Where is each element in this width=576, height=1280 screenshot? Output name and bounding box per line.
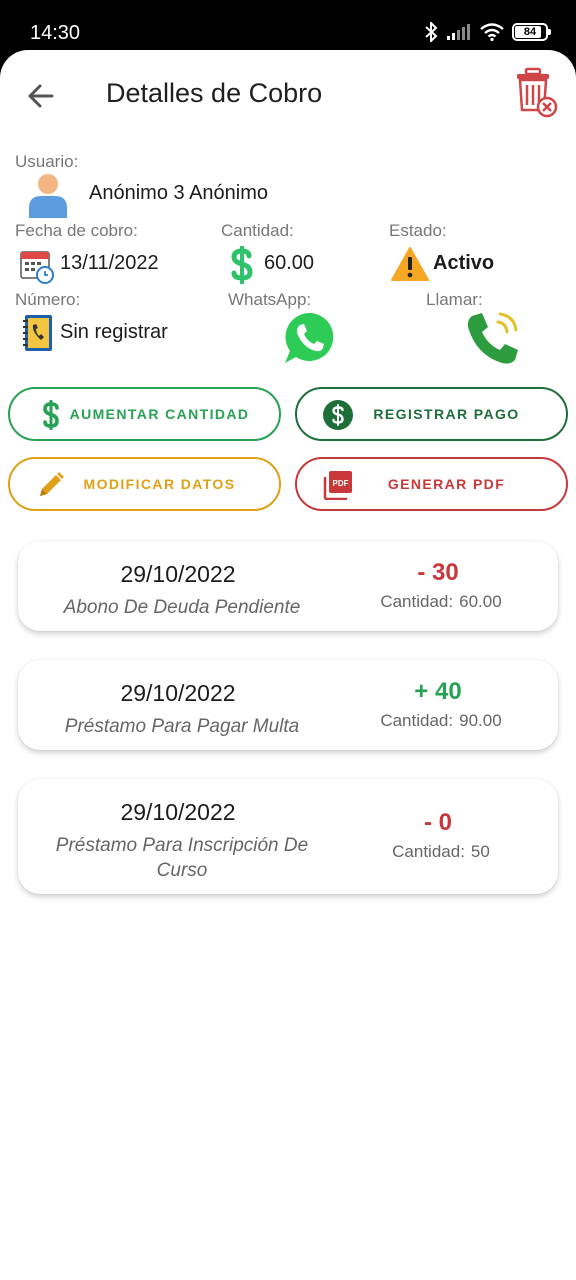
movement-date: 29/10/2022 (120, 680, 236, 706)
app-bar: Detalles de Cobro (0, 50, 576, 140)
quantity-label: Cantidad: (380, 592, 454, 611)
amount-label: Cantidad: (221, 221, 294, 240)
user-label: Usuario: (15, 152, 79, 171)
bluetooth-icon (425, 22, 438, 42)
modify-data-label: MODIFICAR DATOS (83, 476, 236, 492)
movement-description: Préstamo Para Inscripción De Curso (55, 835, 309, 881)
movement-date: 29/10/2022 (120, 561, 236, 587)
delete-trash-icon[interactable] (514, 66, 558, 118)
quantity-value: 50 (470, 842, 490, 861)
amount-value: 60.00 (264, 252, 315, 274)
movement-amount: - 30 (417, 559, 459, 586)
register-payment-button[interactable]: REGISTRAR PAGO (295, 387, 568, 441)
generate-pdf-button[interactable]: PDF GENERAR PDF (295, 457, 568, 511)
wifi-icon (480, 23, 504, 41)
signal-icon (447, 24, 470, 40)
movement-amount: - 0 (423, 809, 452, 836)
status-label: Estado: (389, 221, 447, 240)
movement-card[interactable]: 29/10/2022 Abono De Deuda Pendiente - 30… (18, 541, 558, 631)
quantity-label: Cantidad: (392, 842, 465, 861)
back-arrow-icon[interactable] (22, 76, 62, 116)
status-icons: 84 (424, 22, 551, 42)
generate-pdf-label: GENERAR PDF (387, 476, 506, 492)
battery-icon: 84 (512, 23, 551, 41)
user-name: Anónimo 3 Anónimo (89, 182, 269, 204)
user-avatar-icon (29, 174, 67, 218)
battery-level: 84 (523, 26, 537, 38)
increase-amount-label: AUMENTAR CANTIDAD (69, 406, 250, 422)
warning-icon (391, 247, 429, 281)
movement-quantity: Cantidad: 50 (338, 842, 538, 862)
whatsapp-label: WhatsApp: (228, 290, 312, 309)
call-label: Llamar: (426, 290, 483, 309)
page-title: Detalles de Cobro (106, 78, 323, 108)
modify-data-button[interactable]: MODIFICAR DATOS (8, 457, 281, 511)
movement-description: Préstamo Para Pagar Multa (64, 716, 300, 737)
register-payment-label: REGISTRAR PAGO (373, 406, 520, 422)
date-value: 13/11/2022 (60, 252, 159, 274)
number-label: Número: (15, 290, 81, 309)
whatsapp-icon[interactable] (283, 311, 335, 365)
main-sheet: Detalles de Cobro Usuario: Anónimo 3 Anó… (0, 50, 576, 1280)
movement-quantity: Cantidad: 60.00 (338, 592, 538, 612)
date-label: Fecha de cobro: (15, 221, 138, 240)
phonebook-icon (23, 315, 52, 351)
quantity-value: 90.00 (459, 711, 502, 730)
dollar-icon (231, 246, 253, 284)
calendar-icon (20, 251, 54, 284)
movement-quantity: Cantidad: 90.00 (338, 711, 538, 731)
movement-amount: + 40 (414, 678, 462, 705)
increase-amount-button[interactable]: AUMENTAR CANTIDAD (8, 387, 281, 441)
movement-date: 29/10/2022 (120, 799, 236, 825)
number-value: Sin registrar (60, 321, 168, 343)
status-value: Activo (433, 252, 495, 274)
movement-description: Abono De Deuda Pendiente (63, 597, 301, 618)
quantity-value: 60.00 (459, 592, 502, 611)
quantity-label: Cantidad: (380, 711, 454, 730)
movement-card[interactable]: 29/10/2022 Préstamo Para Inscripción De … (18, 779, 558, 894)
movement-card[interactable]: 29/10/2022 Préstamo Para Pagar Multa + 4… (18, 660, 558, 750)
phone-call-icon[interactable] (464, 310, 522, 366)
status-time: 14:30 (30, 22, 81, 44)
